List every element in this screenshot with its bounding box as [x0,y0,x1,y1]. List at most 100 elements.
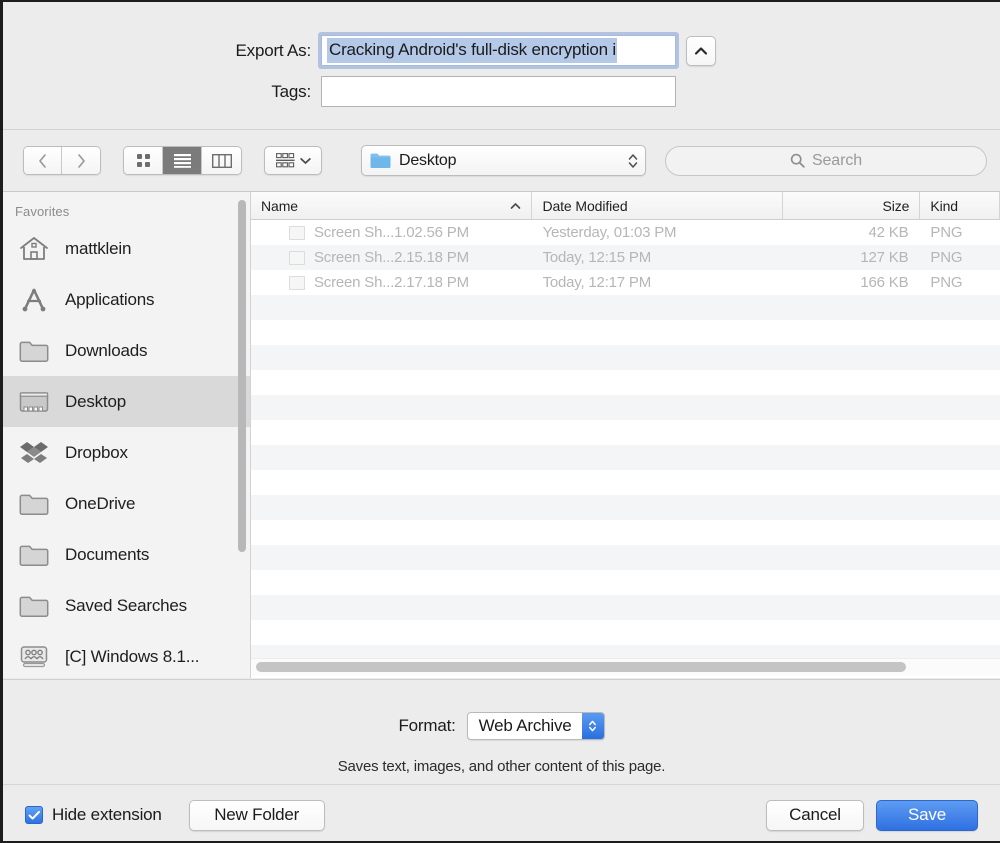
search-icon [790,153,805,168]
search-placeholder: Search [811,151,863,169]
cell-name: Screen Sh...1.02.56 PM [251,224,533,241]
cell-size: 42 KB [868,224,909,241]
sidebar: Favorites mattklein Applications Downloa… [3,192,251,678]
sidebar-item-windows-drive[interactable]: [C] Windows 8.1... [3,631,250,678]
cell-size: 166 KB [860,274,909,291]
chevron-left-icon [39,153,46,168]
format-row: Format: Web Archive [3,680,1000,740]
sidebar-item-saved-searches[interactable]: Saved Searches [3,580,250,631]
forward-button[interactable] [62,147,100,174]
export-as-label: Export As: [235,40,312,60]
view-column-button[interactable] [202,147,241,174]
list-view-icon [173,154,191,168]
cell-name: Screen Sh...2.15.18 PM [251,249,533,266]
view-icon-button[interactable] [124,147,163,174]
updown-stepper-icon [628,153,638,168]
folder-icon [17,591,51,621]
file-list-header: Name Date Modified Size Kind [251,192,1000,220]
empty-row [251,445,1000,470]
applications-icon [17,285,51,315]
folder-icon [17,540,51,570]
empty-row [251,470,1000,495]
file-list-rows: Screen Sh...1.02.56 PM Yesterday, 01:03 … [251,220,1000,678]
sidebar-item-onedrive[interactable]: OneDrive [3,478,250,529]
table-row[interactable]: Screen Sh...2.17.18 PM Today, 12:17 PM 1… [251,270,1000,295]
column-header-label: Name [261,197,298,214]
table-row[interactable]: Screen Sh...1.02.56 PM Yesterday, 01:03 … [251,220,1000,245]
chevron-up-icon [694,46,708,55]
column-header-label: Size [882,197,910,214]
format-value: Web Archive [478,716,572,735]
sidebar-item-applications[interactable]: Applications [3,274,250,325]
sidebar-item-desktop[interactable]: Desktop [3,376,250,427]
sidebar-item-mattklein[interactable]: mattklein [3,223,250,274]
sidebar-item-label: Desktop [65,391,126,411]
empty-row [251,495,1000,520]
horizontal-scrollbar[interactable] [256,662,906,672]
empty-row [251,545,1000,570]
collapse-dialog-button[interactable] [686,35,716,66]
sidebar-item-dropbox[interactable]: Dropbox [3,427,250,478]
column-header-size[interactable]: Size [783,192,921,219]
chevron-right-icon [77,153,85,168]
table-row[interactable]: Screen Sh...2.15.18 PM Today, 12:15 PM 1… [251,245,1000,270]
arrange-by-button[interactable] [264,146,322,175]
empty-row [251,295,1000,320]
file-browser: Favorites mattklein Applications Downloa… [3,191,1000,678]
sidebar-item-label: [C] Windows 8.1... [65,646,200,666]
hide-extension-label: Hide extension [52,805,162,824]
view-mode-buttons [123,146,242,175]
cancel-button[interactable]: Cancel [766,799,864,831]
network-drive-icon [17,642,51,672]
column-header-date-modified[interactable]: Date Modified [532,192,784,219]
export-as-input[interactable]: Cracking Android's full-disk encryption … [321,35,676,66]
view-list-button[interactable] [163,147,202,174]
desktop-icon [17,387,51,417]
cell-size: 127 KB [860,249,909,266]
png-file-icon [289,250,305,265]
export-dialog: Export As: Cracking Android's full-disk … [0,0,1000,843]
column-view-icon [211,153,232,168]
column-header-label: Date Modified [542,197,628,214]
cell-date: Today, 12:15 PM [542,249,652,266]
file-name: Screen Sh...2.17.18 PM [314,274,469,291]
icon-view-icon [136,154,150,167]
location-popup-button[interactable]: Desktop [361,145,646,176]
empty-row [251,595,1000,620]
sidebar-scrollbar[interactable] [238,200,246,552]
location-label: Desktop [399,151,457,169]
empty-row [251,570,1000,595]
navigation-buttons [23,146,101,175]
cell-date: Today, 12:17 PM [542,274,652,291]
column-header-name[interactable]: Name [251,192,533,219]
format-popup-button[interactable]: Web Archive [466,712,605,740]
empty-row [251,520,1000,545]
cell-kind: PNG [930,224,963,241]
new-folder-button[interactable]: New Folder [188,799,325,831]
arrange-by-icon [275,152,295,167]
home-icon [17,234,51,264]
sidebar-item-downloads[interactable]: Downloads [3,325,250,376]
dialog-header-fields: Export As: Cracking Android's full-disk … [3,2,1000,129]
chevron-down-icon [299,157,311,164]
sidebar-item-label: Documents [65,544,150,564]
format-description: Saves text, images, and other content of… [337,758,666,775]
tags-label: Tags: [271,81,311,101]
column-header-kind[interactable]: Kind [920,192,1000,219]
search-input[interactable]: Search [665,145,987,176]
file-name: Screen Sh...1.02.56 PM [314,224,469,241]
tags-input[interactable] [321,76,676,107]
column-header-label: Kind [930,197,958,214]
png-file-icon [289,225,305,240]
sidebar-item-documents[interactable]: Documents [3,529,250,580]
cell-kind: PNG [930,274,963,291]
file-list: Name Date Modified Size Kind Screen Sh..… [251,192,1000,678]
format-label: Format: [398,716,456,735]
empty-row [251,395,1000,420]
back-button[interactable] [24,147,62,174]
checkbox-checked-icon [25,806,43,824]
empty-row [251,420,1000,445]
save-button[interactable]: Save [876,799,978,831]
hide-extension-checkbox[interactable]: Hide extension [25,805,162,825]
format-panel: Format: Web Archive Saves text, images, … [3,679,1000,784]
